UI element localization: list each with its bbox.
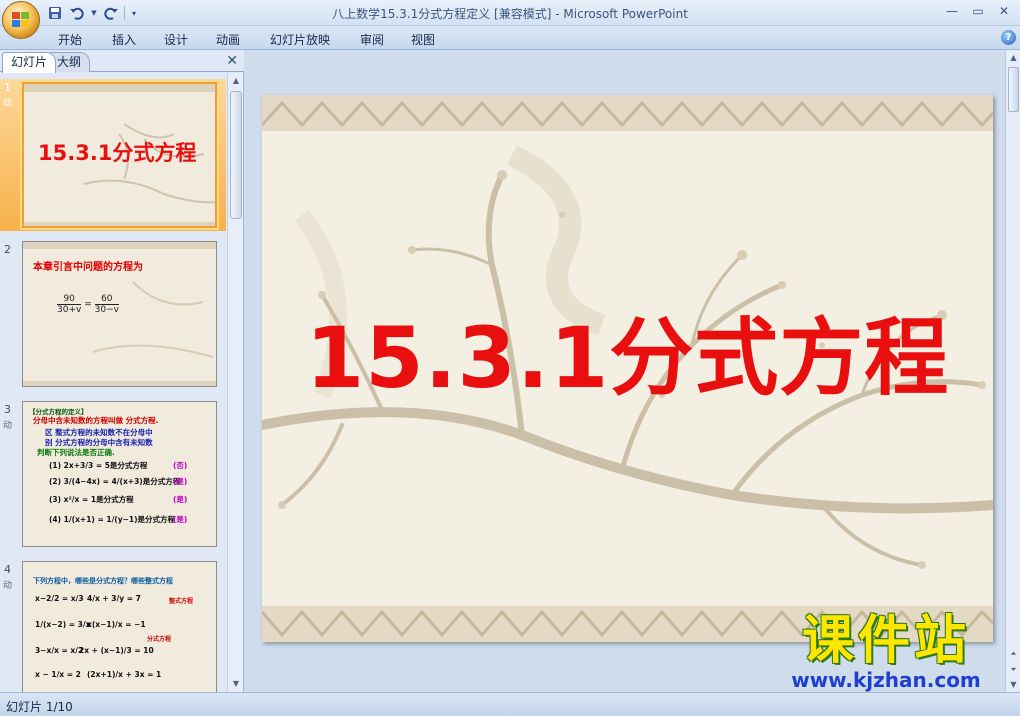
office-logo-icon: [12, 12, 30, 28]
thumb-line: 3−x/x = x/2: [35, 646, 84, 655]
minimize-icon[interactable]: —: [940, 2, 964, 20]
tab-slides[interactable]: 幻灯片: [2, 52, 57, 73]
title-bar: ▼ ▾ 八上数学15.3.1分式方程定义 [兼容模式] - Microsoft …: [0, 0, 1020, 39]
thumbnail-number: 4: [4, 563, 11, 576]
slide-editor: 15.3.1分式方程 ▲ ⏶ ⏷ ▼: [245, 50, 1020, 692]
thumb-line: 1/(x−2) = 3/x: [35, 620, 91, 629]
thumb-answer: (是): [173, 515, 188, 524]
scroll-thumb[interactable]: [1008, 67, 1019, 112]
thumbnail-row-1[interactable]: 1 动 15.3.1分式方程: [0, 79, 226, 231]
maximize-icon[interactable]: ▭: [966, 2, 990, 20]
thumb-answer: (是): [173, 495, 188, 504]
scroll-thumb[interactable]: [230, 91, 242, 219]
close-icon[interactable]: ✕: [226, 53, 238, 69]
slide-scrollbar[interactable]: ▲ ⏶ ⏷ ▼: [1005, 50, 1020, 692]
tab-insert[interactable]: 插入: [112, 31, 136, 48]
tab-review[interactable]: 审阅: [360, 31, 384, 48]
next-slide-icon[interactable]: ⏷: [1006, 662, 1020, 677]
animation-marker-icon: 动: [3, 581, 13, 591]
current-slide[interactable]: 15.3.1分式方程: [262, 95, 993, 642]
app-name: Microsoft PowerPoint: [563, 7, 688, 21]
thumb-line: x(x−1)/x = −1: [87, 620, 146, 629]
thumbnail-row-2[interactable]: 2 本章引言中问题的方程为 90 30+v = 60 30−v: [0, 241, 226, 391]
thumb-line: 分母中含未知数的方程叫做 分式方程.: [33, 416, 159, 425]
tab-design[interactable]: 设计: [164, 31, 188, 48]
thumbnail-row-3[interactable]: 3 动 【分式方程的定义】 分母中含未知数的方程叫做 分式方程. 区 整式方程的…: [0, 401, 226, 551]
help-icon[interactable]: ?: [1001, 30, 1016, 45]
thumbnail-title: 15.3.1分式方程: [38, 141, 197, 165]
ribbon-tabs: 开始 插入 设计 动画 幻灯片放映 审阅 视图 ?: [0, 26, 1020, 50]
thumb-answer: (是): [173, 477, 188, 486]
thumbnail-scrollbar[interactable]: ▲ ▼: [227, 73, 243, 692]
scroll-down-icon[interactable]: ▼: [228, 676, 244, 692]
window-title: 八上数学15.3.1分式方程定义 [兼容模式] - Microsoft Powe…: [0, 5, 1020, 22]
scroll-up-icon[interactable]: ▲: [1006, 50, 1020, 65]
thumb-line: x − 1/x = 2: [35, 670, 81, 679]
thumbnail-number: 1: [4, 81, 11, 94]
thumb-tag: 分式方程: [147, 636, 172, 643]
thumb-line: (1) 2x+3/3 = 5是分式方程: [49, 461, 148, 470]
window-controls: — ▭ ✕: [940, 2, 1016, 20]
thumbnail-title: 本章引言中问题的方程为: [33, 262, 143, 273]
pane-tabs: 幻灯片 大纲 ✕: [0, 50, 244, 73]
thumb-answer: (否): [173, 461, 188, 470]
tab-home[interactable]: 开始: [58, 31, 82, 48]
eq-left-num: 90: [63, 294, 75, 304]
thumb-line: 2x + (x−1)/3 = 10: [79, 646, 154, 655]
scroll-up-icon[interactable]: ▲: [228, 73, 244, 89]
tab-animations[interactable]: 动画: [216, 31, 240, 48]
thumb-line: (3) x²/x = 1是分式方程: [49, 495, 134, 504]
title-separator: -: [551, 7, 564, 21]
thumb-line: 4/x + 3/y = 7: [87, 594, 141, 603]
animation-marker-icon: 动: [3, 421, 13, 431]
scroll-down-icon[interactable]: ▼: [1006, 677, 1020, 692]
thumb-tag: 整式方程: [169, 598, 194, 605]
thumbnail-number: 3: [4, 403, 11, 416]
watermark-title: 课件站: [801, 611, 970, 671]
thumbnail-list: 1 动 15.3.1分式方程 2 本章引言中问题的方程为 90 30+v = 6…: [0, 73, 226, 692]
thumb-line: 判断下列说法是否正确.: [37, 448, 115, 457]
thumb-line: (2x+1)/x + 3x = 1: [87, 670, 162, 679]
slide-title[interactable]: 15.3.1分式方程: [262, 291, 993, 412]
office-button[interactable]: [2, 1, 40, 39]
slide-thumbnail-3[interactable]: 【分式方程的定义】 分母中含未知数的方程叫做 分式方程. 区 整式方程的未知数不…: [22, 401, 217, 547]
watermark-url: www.kjzhan.com: [791, 668, 981, 692]
eq-equals: =: [84, 299, 92, 310]
slides-pane: 幻灯片 大纲 ✕ 1 动 15.3.1分式方程 2 本章引言中问题的方程为 90…: [0, 50, 244, 692]
thumb-line: (4) 1/(x+1) = 1/(y−1)是分式方程: [49, 515, 176, 524]
eq-right-den: 30−v: [94, 304, 119, 315]
close-icon[interactable]: ✕: [992, 2, 1016, 20]
slide-thumbnail-4[interactable]: 下列方程中，哪些是分式方程？哪些整式方程 x−2/2 = x/3 4/x + 3…: [22, 561, 217, 692]
thumb-line: x−2/2 = x/3: [35, 594, 84, 603]
slide-indicator: 幻灯片 1/10: [6, 700, 73, 714]
status-bar: 幻灯片 1/10: [0, 692, 1020, 716]
thumbnail-row-4[interactable]: 4 动 下列方程中，哪些是分式方程？哪些整式方程 x−2/2 = x/3 4/x…: [0, 561, 226, 692]
slide-thumbnail-2[interactable]: 本章引言中问题的方程为 90 30+v = 60 30−v: [22, 241, 217, 387]
tab-view[interactable]: 视图: [411, 31, 435, 48]
prev-slide-icon[interactable]: ⏶: [1006, 646, 1020, 661]
eq-left-den: 30+v: [57, 304, 82, 315]
eq-right-num: 60: [101, 294, 113, 304]
document-title: 八上数学15.3.1分式方程定义 [兼容模式]: [332, 7, 552, 21]
animation-marker-icon: 动: [3, 99, 13, 109]
tab-slideshow[interactable]: 幻灯片放映: [270, 31, 330, 48]
thumbnail-number: 2: [4, 243, 11, 256]
thumb-line: 下列方程中，哪些是分式方程？哪些整式方程: [33, 577, 173, 585]
thumbnail-equation: 90 30+v = 60 30−v: [57, 294, 119, 315]
thumb-line: (2) 3/(4−4x) = 4/(x+3)是分式方程: [49, 477, 181, 486]
slide-thumbnail-1[interactable]: 15.3.1分式方程: [22, 82, 217, 228]
watermark-logo: 课件站 www.kjzhan.com: [770, 612, 1002, 694]
